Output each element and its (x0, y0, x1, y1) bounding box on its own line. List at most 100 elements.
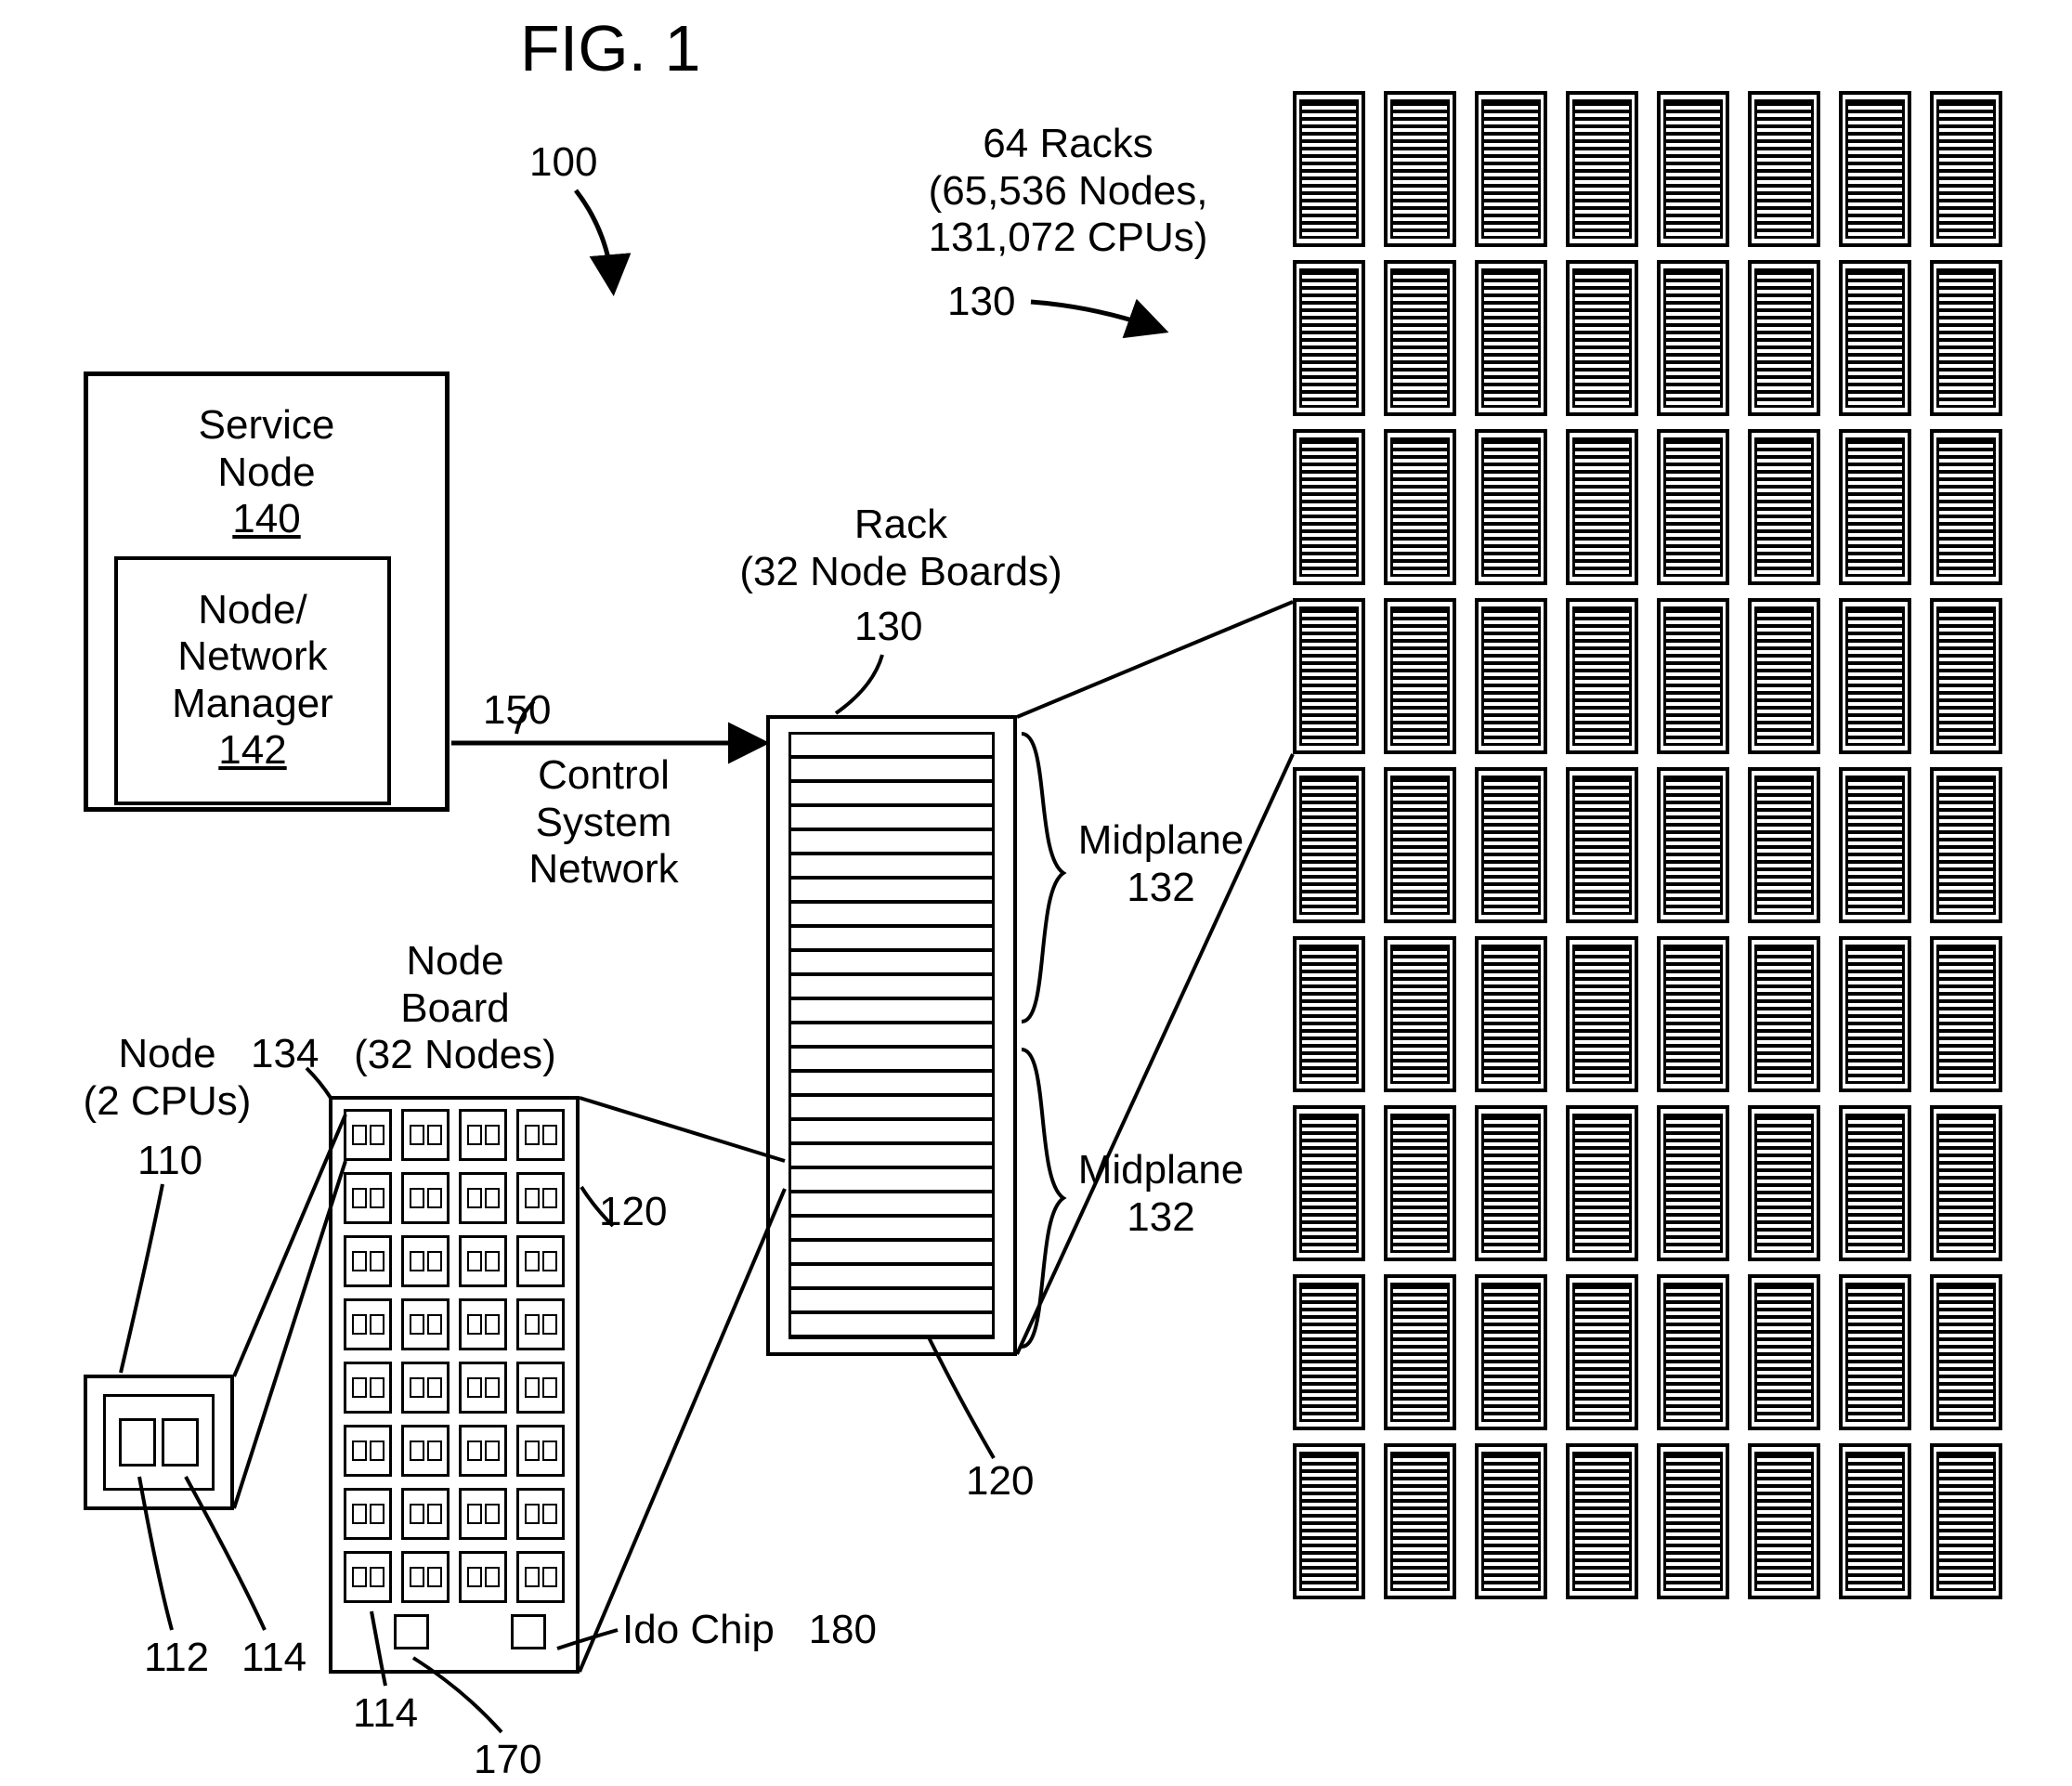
nnmgr-l1: Node/ (172, 587, 333, 634)
control-net-label: Control System Network (502, 752, 706, 893)
rack-unit (1293, 91, 1365, 247)
rack-unit (1930, 598, 2002, 754)
rack-unit (1293, 1105, 1365, 1261)
rack-unit (1657, 936, 1729, 1092)
rack-unit (1930, 936, 2002, 1092)
board-node (459, 1551, 507, 1603)
node-ref-110: 110 (137, 1138, 202, 1185)
rack-unit (1475, 1274, 1547, 1430)
rack-label-l2: (32 Node Boards) (734, 549, 1068, 596)
rack-unit (1475, 260, 1547, 416)
rack-unit (1930, 1443, 2002, 1599)
node-label: Node (2 CPUs) (65, 1031, 269, 1125)
board-node (516, 1551, 565, 1603)
rack-unit (1384, 936, 1456, 1092)
board-chip-row (345, 1614, 563, 1649)
board-node (459, 1488, 507, 1540)
rack-unit (1839, 936, 1911, 1092)
board-node (516, 1488, 565, 1540)
board-node (516, 1425, 565, 1477)
rack-unit (1839, 429, 1911, 585)
rack-unit (1566, 936, 1638, 1092)
rack-unit (1839, 598, 1911, 754)
board-node (516, 1362, 565, 1414)
rack-unit (1748, 1274, 1820, 1430)
rack-unit (1657, 91, 1729, 247)
rack-wall (1293, 91, 2002, 1599)
rack-unit (1566, 1443, 1638, 1599)
board-node (516, 1298, 565, 1350)
rack-unit (1293, 260, 1365, 416)
rack-unit (1657, 429, 1729, 585)
midplane-lower: Midplane 132 (1068, 1147, 1254, 1241)
node-label-l1: Node (65, 1031, 269, 1078)
rack-unit (1566, 1274, 1638, 1430)
cpu-icon (162, 1418, 199, 1467)
service-node-title: Service Node 140 (114, 402, 419, 543)
single-rack (766, 715, 1017, 1356)
rack-unit (1293, 936, 1365, 1092)
rack-inner-ref-120: 120 (966, 1458, 1034, 1506)
nodeboard-l1: Node (334, 938, 576, 985)
rack-unit (1384, 1105, 1456, 1261)
board-chip-170 (394, 1614, 429, 1649)
rack-unit (1475, 767, 1547, 923)
rack-unit (1293, 1443, 1365, 1599)
rack-unit (1384, 1443, 1456, 1599)
board-node (401, 1425, 450, 1477)
control-net-l2: System (502, 800, 706, 847)
figure-label: FIG. 1 (520, 11, 700, 86)
rack-ref-130: 130 (854, 604, 922, 651)
rack-unit (1930, 1105, 2002, 1261)
rack-unit (1384, 260, 1456, 416)
board-node (459, 1362, 507, 1414)
single-node (84, 1375, 234, 1510)
rack-unit (1748, 260, 1820, 416)
rack-unit (1475, 91, 1547, 247)
rack-unit (1839, 1105, 1911, 1261)
single-node-inner (103, 1394, 215, 1491)
rack-slats (788, 732, 995, 1339)
nodeboard-ref-114: 114 (353, 1690, 418, 1738)
board-node (401, 1362, 450, 1414)
node-ref-114: 114 (241, 1635, 306, 1682)
midplane-upper: Midplane 132 (1068, 817, 1254, 911)
board-node (344, 1298, 392, 1350)
midplane-lower-ref: 132 (1068, 1194, 1254, 1242)
rack-unit (1657, 767, 1729, 923)
rack-unit (1293, 598, 1365, 754)
rack-unit (1293, 1274, 1365, 1430)
board-node (459, 1172, 507, 1224)
midplane-upper-label: Midplane (1068, 817, 1254, 865)
cpu-icon (119, 1418, 156, 1467)
rack-label: Rack (32 Node Boards) (734, 502, 1068, 595)
control-net-l1: Control (502, 752, 706, 800)
rack-unit (1566, 598, 1638, 754)
board-node (516, 1172, 565, 1224)
board-node (459, 1298, 507, 1350)
service-node: Service Node 140 Node/ Network Manager 1… (84, 372, 450, 812)
rack-unit (1930, 429, 2002, 585)
board-node (401, 1551, 450, 1603)
rack-unit (1475, 1105, 1547, 1261)
rack-unit (1384, 91, 1456, 247)
board-node (401, 1488, 450, 1540)
rack-unit (1566, 91, 1638, 247)
rack-unit (1839, 260, 1911, 416)
rack-label-l1: Rack (734, 502, 1068, 549)
rack-unit (1475, 1443, 1547, 1599)
node-board (329, 1096, 580, 1674)
racks-header-l1: 64 Racks (873, 121, 1263, 168)
rack-unit (1384, 429, 1456, 585)
node-ref-112: 112 (144, 1635, 209, 1682)
rack-unit (1566, 1105, 1638, 1261)
board-node (516, 1235, 565, 1287)
node-label-l2: (2 CPUs) (65, 1078, 269, 1126)
board-node (344, 1172, 392, 1224)
board-node (344, 1235, 392, 1287)
rack-unit (1475, 429, 1547, 585)
midplane-upper-ref: 132 (1068, 865, 1254, 912)
service-node-ref: 140 (114, 496, 419, 543)
rack-unit (1748, 1443, 1820, 1599)
board-node (344, 1362, 392, 1414)
